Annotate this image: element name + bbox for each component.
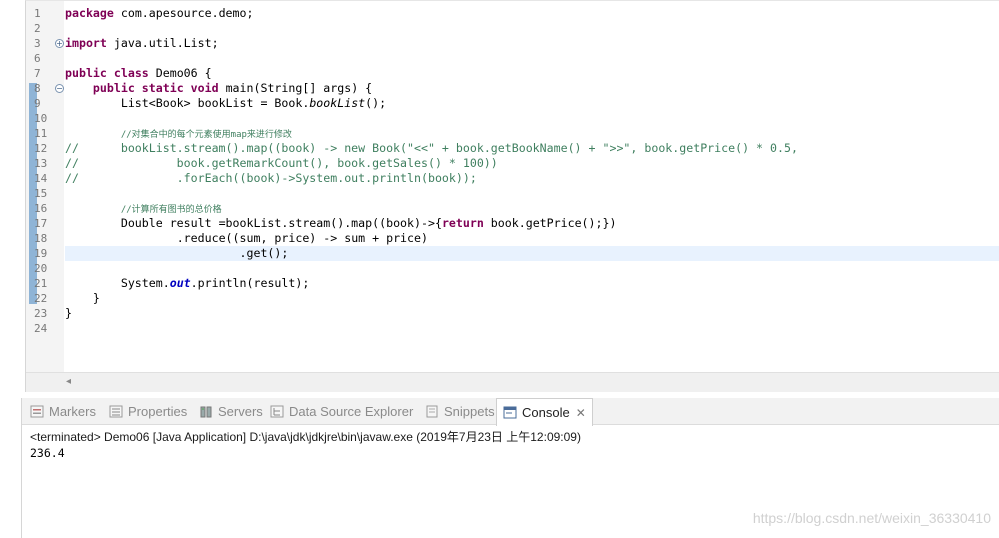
line-number: 1 (34, 7, 41, 20)
markers-icon (30, 400, 44, 418)
code-line[interactable]: } (65, 291, 999, 306)
line-number: 7 (34, 67, 41, 80)
line-number: 11 (34, 127, 48, 140)
console-status: <terminated> Demo06 [Java Application] D… (30, 430, 581, 444)
tab-markers[interactable]: Markers (30, 398, 96, 425)
code-area[interactable]: package com.apesource.demo; import java.… (65, 1, 999, 373)
code-line[interactable]: //对集合中的每个元素使用map来进行修改 (65, 126, 999, 141)
bottom-panel: Markers Properties Servers Data Source E… (21, 398, 999, 538)
code-line[interactable]: public class Demo06 { (65, 66, 999, 81)
line-number: 21 (34, 277, 48, 290)
line-number: 23 (34, 307, 48, 320)
code-line[interactable]: public static void main(String[] args) { (65, 81, 999, 96)
properties-icon (109, 400, 123, 418)
code-line[interactable]: // .forEach((book)->System.out.println(b… (65, 171, 999, 186)
servers-icon (199, 400, 213, 418)
tab-snippets[interactable]: Snippets (425, 398, 495, 425)
line-number: 19 (34, 247, 48, 260)
line-number: 12 (34, 142, 48, 155)
current-code-line[interactable]: .get(); (65, 246, 999, 261)
tab-data-source-explorer[interactable]: Data Source Explorer (270, 398, 413, 425)
tab-console[interactable]: Console ✕ (496, 398, 593, 426)
console-output: 236.4 (30, 446, 65, 460)
code-line[interactable]: Double result =bookList.stream().map((bo… (65, 216, 999, 231)
console-icon (503, 401, 517, 419)
code-line[interactable]: //计算所有图书的总价格 (65, 201, 999, 216)
collapse-fold-icon[interactable]: − (55, 84, 64, 93)
code-line[interactable]: // bookList.stream().map((book) -> new B… (65, 141, 999, 156)
line-number: 16 (34, 202, 48, 215)
line-number: 10 (34, 112, 48, 125)
code-editor[interactable]: 1 2 3 + 6 7 8 − 9 10 11 12 13 14 15 16 1… (25, 0, 999, 392)
line-number: 14 (34, 172, 48, 185)
expand-fold-icon[interactable]: + (55, 39, 64, 48)
tab-servers[interactable]: Servers (199, 398, 263, 425)
line-number: 13 (34, 157, 48, 170)
snippets-icon (425, 400, 439, 418)
close-icon[interactable]: ✕ (576, 406, 586, 420)
line-number: 22 (34, 292, 48, 305)
code-line[interactable]: // book.getRemarkCount(), book.getSales(… (65, 156, 999, 171)
line-number: 6 (34, 52, 41, 65)
scroll-left-icon[interactable]: ◂ (66, 376, 71, 387)
line-number: 2 (34, 22, 41, 35)
code-line[interactable]: List<Book> bookList = Book.bookList(); (65, 96, 999, 111)
line-number: 17 (34, 217, 48, 230)
code-line[interactable]: .reduce((sum, price) -> sum + price) (65, 231, 999, 246)
code-line[interactable]: System.out.println(result); (65, 276, 999, 291)
line-number-gutter: 1 2 3 + 6 7 8 − 9 10 11 12 13 14 15 16 1… (26, 1, 64, 373)
code-line[interactable]: import java.util.List; (65, 36, 999, 51)
code-line[interactable]: package com.apesource.demo; (65, 6, 999, 21)
line-number: 20 (34, 262, 48, 275)
line-number: 18 (34, 232, 48, 245)
watermark: https://blog.csdn.net/weixin_36330410 (752, 510, 991, 526)
panel-tab-bar: Markers Properties Servers Data Source E… (22, 398, 999, 426)
line-number: 9 (34, 97, 41, 110)
horizontal-scrollbar[interactable]: ◂ (26, 372, 999, 392)
code-line[interactable]: } (65, 306, 999, 321)
line-number: 15 (34, 187, 48, 200)
data-source-icon (270, 400, 284, 418)
tab-properties[interactable]: Properties (109, 398, 187, 425)
line-number: 24 (34, 322, 48, 335)
